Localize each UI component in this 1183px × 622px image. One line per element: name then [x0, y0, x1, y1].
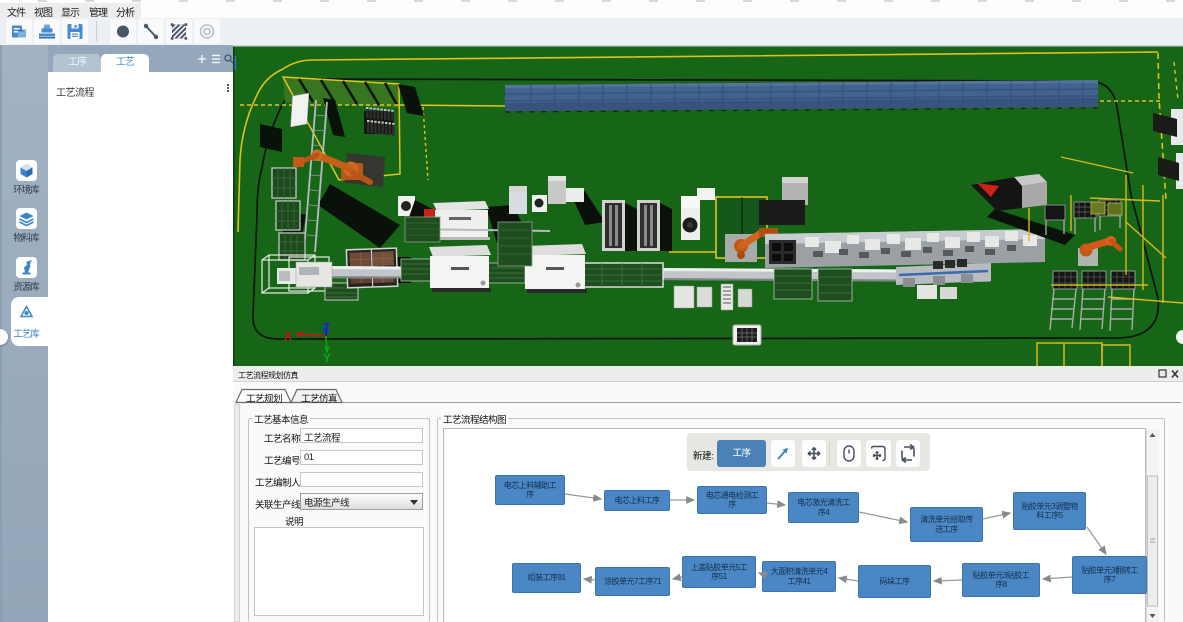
- svg-text:Y: Y: [323, 351, 331, 365]
- svg-text:Z: Z: [322, 320, 330, 335]
- svg-text:X: X: [284, 329, 292, 343]
